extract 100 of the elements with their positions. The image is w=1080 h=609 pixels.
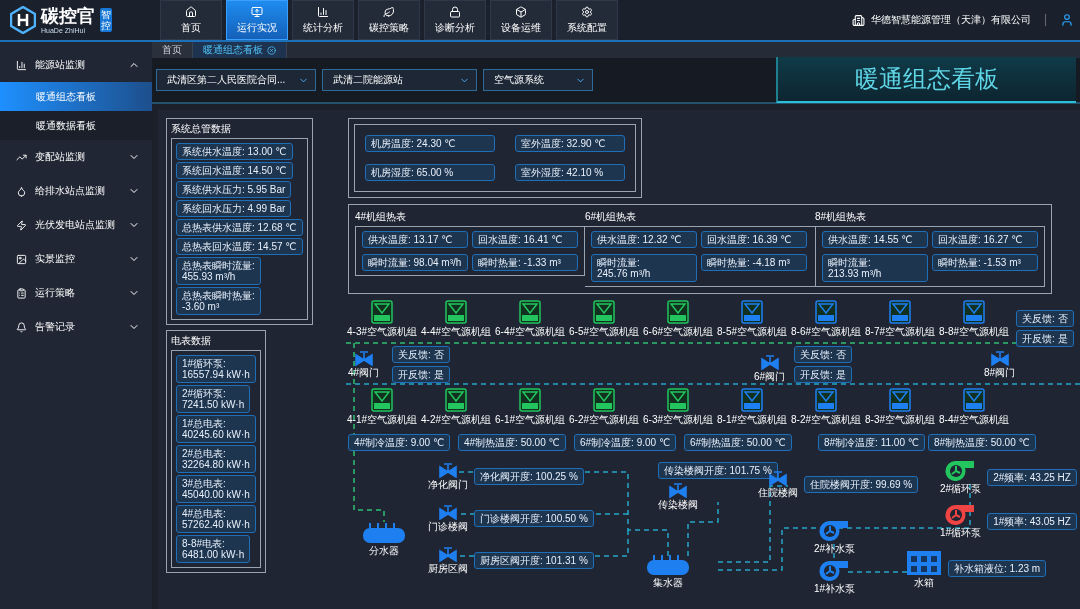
temperature-tag: 4#制冷温度: 9.00 ℃ bbox=[348, 434, 451, 451]
feedback-tag: 关反馈: 否 bbox=[794, 346, 852, 363]
reading-tag: 瞬时流量: 213.93 m³/h bbox=[822, 254, 928, 282]
nav-tab[interactable]: 系统配置 bbox=[556, 0, 618, 40]
sidebar-item[interactable]: 变配站监测 bbox=[0, 140, 152, 174]
nav-tab[interactable]: 碳控策略 bbox=[358, 0, 420, 40]
sidebar-item[interactable]: 实景监控 bbox=[0, 242, 152, 276]
valve-label: 6#阀门 bbox=[754, 371, 786, 383]
panel-title: 4#机组热表 bbox=[355, 211, 408, 223]
leaf-icon bbox=[383, 5, 395, 18]
panel-title: 系统总管数据 bbox=[171, 123, 232, 135]
pump-icon bbox=[818, 560, 851, 582]
collector-label: 分水器 bbox=[369, 545, 399, 557]
water-collector-icon bbox=[646, 554, 690, 576]
unit-label: 6-4#空气源机组 bbox=[495, 326, 565, 338]
panel-title: 电表数据 bbox=[171, 335, 212, 347]
sidebar-subitem[interactable]: 暖通组态看板 bbox=[0, 82, 152, 111]
unit-label: 6-2#空气源机组 bbox=[569, 414, 639, 426]
reading-tag: 瞬时热量: -1.53 m³ bbox=[932, 254, 1038, 271]
reading-tag: 总热表供水温度: 12.68 ℃ bbox=[176, 219, 303, 236]
reading-tag: 供水温度: 12.32 ℃ bbox=[591, 231, 697, 248]
reading-tag: 机房温度: 24.30 ℃ bbox=[365, 135, 495, 152]
pump-label: 1#补水泵 bbox=[814, 583, 856, 595]
reading-tag: 4#总电表: 57262.40 kW·h bbox=[176, 505, 256, 533]
valve-label: 传染楼阀 bbox=[658, 499, 698, 511]
unit-label: 8-4#空气源机组 bbox=[939, 414, 1009, 426]
reading-tag: 2#总电表: 32264.80 kW·h bbox=[176, 445, 256, 473]
unit-label: 8-8#空气源机组 bbox=[939, 326, 1009, 338]
unit-label: 8-3#空气源机组 bbox=[865, 414, 935, 426]
reading-tag: 机房湿度: 65.00 % bbox=[365, 164, 495, 181]
image-icon bbox=[16, 253, 27, 265]
nav-tab[interactable]: 诊断分析 bbox=[424, 0, 486, 40]
unit-label: 4-1#空气源机组 bbox=[347, 414, 417, 426]
unit-label: 4-3#空气源机组 bbox=[347, 326, 417, 338]
valve-opening-tag: 住院楼阀开度: 99.69 % bbox=[804, 476, 919, 493]
pump-label: 2#循环泵 bbox=[940, 483, 982, 495]
dropdown[interactable]: 武清二院能源站 bbox=[322, 69, 477, 91]
page-tab[interactable]: 首页 bbox=[152, 42, 193, 58]
valve-label: 4#阀门 bbox=[348, 367, 380, 379]
reading-tag: 回水温度: 16.39 ℃ bbox=[701, 231, 807, 248]
valve-label: 净化阀门 bbox=[428, 479, 468, 491]
home-icon bbox=[185, 5, 197, 18]
bell-icon bbox=[16, 321, 27, 333]
sidebar-item[interactable]: 给排水站点监测 bbox=[0, 174, 152, 208]
valve-icon bbox=[439, 546, 457, 562]
reading-tag: 供水温度: 13.17 ℃ bbox=[362, 231, 468, 248]
temperature-tag: 8#制冷温度: 11.00 ℃ bbox=[818, 434, 925, 451]
temperature-tag: 6#制冷温度: 9.00 ℃ bbox=[574, 434, 677, 451]
sidebar-item[interactable]: 光伏发电站点监测 bbox=[0, 208, 152, 242]
sidebar-item[interactable]: 告警记录 bbox=[0, 310, 152, 344]
pump-label: 2#补水泵 bbox=[814, 543, 856, 555]
logo-badge: 智控 bbox=[100, 8, 112, 32]
unit-label: 6-6#空气源机组 bbox=[643, 326, 713, 338]
bar-chart-icon bbox=[317, 5, 329, 18]
feedback-tag: 关反馈: 否 bbox=[392, 346, 450, 363]
dropdown[interactable]: 武清区第二人民医院合同... bbox=[156, 69, 316, 91]
reading-tag: 供水温度: 14.55 ℃ bbox=[822, 231, 928, 248]
reading-tag: 瞬时流量: 245.76 m³/h bbox=[591, 254, 697, 282]
clipboard-icon bbox=[16, 287, 27, 299]
water-tank-icon bbox=[906, 548, 942, 576]
reading-tag: 3#总电表: 45040.00 kW·h bbox=[176, 475, 256, 503]
unit-label: 8-6#空气源机组 bbox=[791, 326, 861, 338]
reading-tag: 瞬时流量: 98.04 m³/h bbox=[362, 254, 468, 271]
sidebar-item[interactable]: 能源站监测 bbox=[0, 48, 152, 82]
sidebar-subitem[interactable]: 暖通数据看板 bbox=[0, 111, 152, 140]
building-icon bbox=[852, 13, 865, 27]
valve-label: 门诊楼阀 bbox=[428, 521, 468, 533]
droplet-icon bbox=[16, 185, 27, 197]
nav-tab[interactable]: 首页 bbox=[160, 0, 222, 40]
pump-icon bbox=[818, 520, 851, 542]
valve-icon bbox=[669, 482, 687, 498]
gear-icon bbox=[581, 5, 593, 18]
frequency-tag: 1#频率: 43.05 HZ bbox=[987, 513, 1077, 530]
monitor-icon bbox=[251, 5, 263, 18]
frequency-tag: 2#频率: 43.25 HZ bbox=[987, 469, 1077, 486]
reading-tag: 回水温度: 16.27 ℃ bbox=[932, 231, 1038, 248]
feedback-tag: 关反馈: 否 bbox=[1016, 310, 1074, 327]
nav-tab[interactable]: 设备运维 bbox=[490, 0, 552, 40]
unit-label: 8-7#空气源机组 bbox=[865, 326, 935, 338]
nav-tab[interactable]: 运行实况 bbox=[226, 0, 288, 40]
bar-chart-icon bbox=[16, 59, 27, 71]
nav-tab[interactable]: 统计分析 bbox=[292, 0, 354, 40]
company-name: 华德智慧能源管理（天津）有限公司 bbox=[871, 13, 1031, 27]
reading-tag: 1#循环泵: 16557.94 kW·h bbox=[176, 355, 256, 383]
unit-label: 6-3#空气源机组 bbox=[643, 414, 713, 426]
feedback-tag: 开反馈: 是 bbox=[794, 366, 852, 383]
temperature-tag: 6#制热温度: 50.00 ℃ bbox=[684, 434, 792, 451]
feedback-tag: 开反馈: 是 bbox=[392, 366, 450, 383]
unit-label: 8-5#空气源机组 bbox=[717, 326, 787, 338]
page-tab[interactable]: 暖通组态看板 bbox=[193, 42, 287, 58]
user-icon[interactable] bbox=[1060, 13, 1074, 27]
valve-icon bbox=[760, 354, 779, 370]
close-icon[interactable] bbox=[267, 45, 276, 55]
sidebar-item[interactable]: 运行策略 bbox=[0, 276, 152, 310]
reading-tag: 系统回水压力: 4.99 Bar bbox=[176, 200, 292, 217]
tank-level-tag: 补水箱液位: 1.23 m bbox=[948, 560, 1047, 577]
unit-label: 4-4#空气源机组 bbox=[421, 326, 491, 338]
unit-label: 8-1#空气源机组 bbox=[717, 414, 787, 426]
reading-tag: 8-8#电表: 6481.00 kW·h bbox=[176, 535, 251, 563]
dropdown[interactable]: 空气源系统 bbox=[483, 69, 593, 91]
